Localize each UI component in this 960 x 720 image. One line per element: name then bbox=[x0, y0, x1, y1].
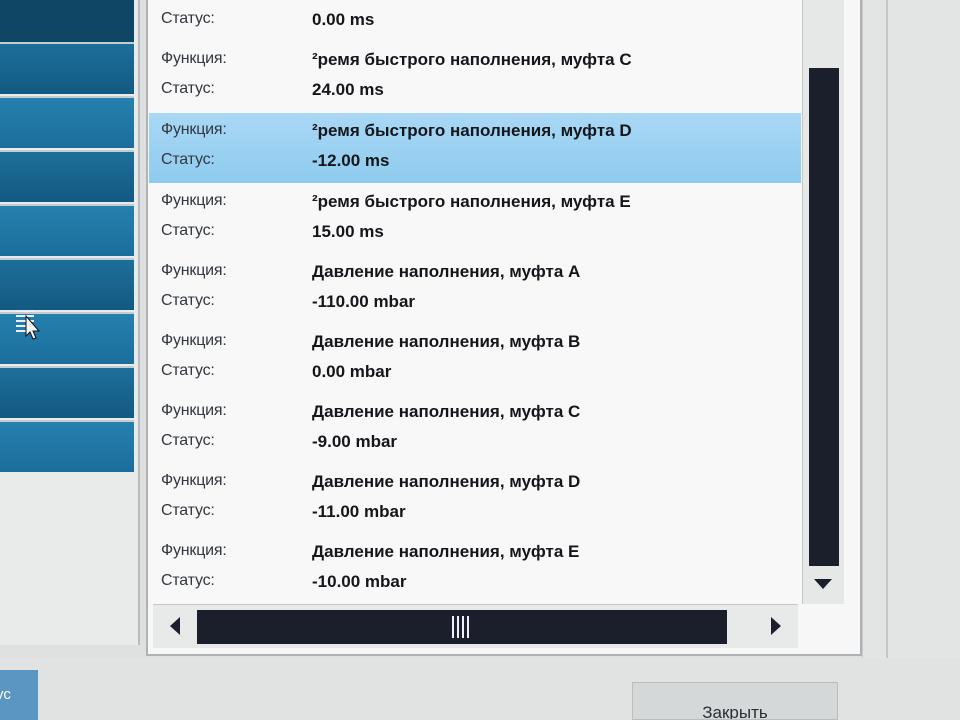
nav-tile[interactable] bbox=[0, 366, 134, 418]
triangle-right-icon bbox=[771, 617, 781, 635]
scroll-left-button[interactable] bbox=[155, 606, 195, 646]
status-value: 0.00 ms bbox=[312, 10, 375, 29]
status-value: -12.00 ms bbox=[312, 151, 390, 170]
triangle-left-icon bbox=[170, 617, 180, 635]
close-button[interactable]: Закрыть bbox=[632, 682, 838, 720]
function-value: Давление наполнения, муфта D bbox=[312, 472, 581, 491]
list-item[interactable]: Функция: Давление наполнения, муфта A Ст… bbox=[149, 254, 801, 324]
function-label: Функция: bbox=[161, 121, 227, 138]
function-label: Функция: bbox=[161, 402, 227, 419]
nav-tile[interactable] bbox=[0, 204, 134, 256]
status-label: Статус: bbox=[161, 151, 215, 168]
function-value: Давление наполнения, муфта B bbox=[312, 332, 581, 351]
status-value: -9.00 mbar bbox=[312, 432, 398, 451]
status-button[interactable]: ус bbox=[0, 670, 38, 720]
nav-tile[interactable] bbox=[0, 150, 134, 202]
grip-lines-icon[interactable] bbox=[16, 308, 44, 340]
status-label: Статус: bbox=[161, 80, 215, 97]
function-value: Давление наполнения, муфта C bbox=[312, 402, 581, 421]
list-item[interactable]: Функция: Давление наполнения, муфта E Ст… bbox=[149, 534, 801, 604]
nav-tile[interactable] bbox=[0, 258, 134, 310]
list-item-selected[interactable]: Функция: ²ремя быстрого наполнения, муфт… bbox=[149, 113, 801, 183]
vertical-scrollbar[interactable] bbox=[802, 0, 844, 604]
status-value: -11.00 mbar bbox=[312, 502, 406, 521]
function-label: Функция: bbox=[161, 192, 227, 209]
divider bbox=[886, 0, 888, 660]
vertical-scroll-thumb[interactable] bbox=[809, 68, 839, 566]
list-item[interactable]: Функция: ²ремя быстрого наполнения, муфт… bbox=[149, 42, 801, 112]
function-value: ²ремя быстрого наполнения, муфта C bbox=[312, 50, 632, 69]
status-value: -10.00 mbar bbox=[312, 572, 407, 591]
status-label: Статус: bbox=[161, 292, 215, 309]
nav-tile[interactable] bbox=[0, 42, 134, 94]
status-value: -110.00 mbar bbox=[312, 292, 416, 311]
list-item[interactable]: Функция: Давление наполнения, муфта B Ст… bbox=[149, 324, 801, 394]
status-label: Статус: bbox=[161, 432, 215, 449]
function-value: Давление наполнения, муфта E bbox=[312, 542, 580, 561]
triangle-down-icon bbox=[814, 579, 832, 589]
nav-tile[interactable] bbox=[0, 420, 134, 472]
scroll-right-button[interactable] bbox=[756, 606, 796, 646]
list-item[interactable]: Функция: ²ремя быстрого наполнения, муфт… bbox=[149, 184, 801, 254]
function-value: ²ремя быстрого наполнения, муфта D bbox=[312, 121, 632, 140]
function-status-list[interactable]: Статус: 0.00 ms Функция: ²ремя быстрого … bbox=[149, 0, 801, 604]
nav-tile[interactable] bbox=[0, 96, 134, 148]
list-item[interactable]: Функция: Давление наполнения, муфта D Ст… bbox=[149, 464, 801, 534]
function-label: Функция: bbox=[161, 262, 227, 279]
function-value: Давление наполнения, муфта A bbox=[312, 262, 581, 281]
list-item[interactable]: Функция: Давление наполнения, муфта C Ст… bbox=[149, 394, 801, 464]
status-value: 24.00 ms bbox=[312, 80, 384, 99]
function-label: Функция: bbox=[161, 50, 227, 67]
nav-tile[interactable] bbox=[0, 0, 134, 42]
status-value: 15.00 ms bbox=[312, 222, 384, 241]
list-item[interactable]: Статус: 0.00 ms bbox=[149, 0, 801, 42]
function-label: Функция: bbox=[161, 472, 227, 489]
status-label: Статус: bbox=[161, 572, 215, 589]
function-label: Функция: bbox=[161, 332, 227, 349]
status-label: Статус: bbox=[161, 362, 215, 379]
status-label: Статус: bbox=[161, 502, 215, 519]
function-value: ²ремя быстрого наполнения, муфта E bbox=[312, 192, 631, 211]
status-value: 0.00 mbar bbox=[312, 362, 392, 381]
right-margin bbox=[862, 0, 960, 660]
function-label: Функция: bbox=[161, 542, 227, 559]
scroll-down-button[interactable] bbox=[806, 566, 840, 602]
grip-lines-icon[interactable] bbox=[450, 614, 472, 640]
status-label: Статус: bbox=[161, 10, 215, 27]
status-label: Статус: bbox=[161, 222, 215, 239]
